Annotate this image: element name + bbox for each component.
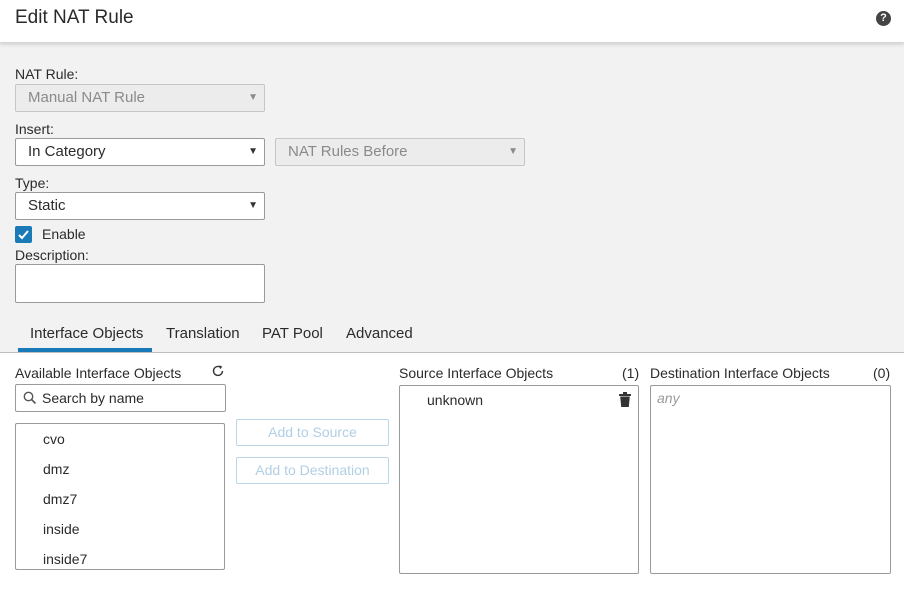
add-to-destination-button[interactable]: Add to Destination (236, 457, 389, 484)
enable-checkbox[interactable] (15, 226, 32, 243)
help-icon[interactable]: ? (876, 11, 891, 26)
tab-interface-objects[interactable]: Interface Objects (30, 325, 143, 342)
description-field[interactable] (15, 264, 265, 303)
tab-divider (0, 352, 904, 353)
insert-select[interactable]: In Category ▼ (15, 138, 265, 166)
refresh-icon[interactable] (211, 364, 225, 382)
destination-placeholder: any (657, 390, 680, 406)
nat-rule-value: Manual NAT Rule (28, 89, 145, 106)
search-icon (23, 391, 37, 405)
chevron-down-icon: ▼ (248, 200, 258, 211)
trash-icon[interactable] (619, 392, 631, 407)
dialog-title: Edit NAT Rule (15, 7, 134, 28)
insert-position-select: NAT Rules Before ▼ (275, 138, 525, 166)
list-item[interactable]: inside (43, 521, 80, 537)
destination-objects-title: Destination Interface Objects (650, 365, 830, 381)
checkmark-icon (18, 230, 29, 240)
type-label: Type: (15, 175, 50, 191)
insert-position-value: NAT Rules Before (288, 143, 408, 160)
chevron-down-icon: ▼ (508, 146, 518, 157)
source-objects-count: (1) (622, 365, 640, 381)
nat-rule-select: Manual NAT Rule ▼ (15, 84, 265, 112)
tab-advanced[interactable]: Advanced (346, 325, 413, 342)
insert-label: Insert: (15, 121, 54, 137)
nat-rule-label: NAT Rule: (15, 66, 79, 82)
chevron-down-icon: ▼ (248, 92, 258, 103)
chevron-down-icon: ▼ (248, 146, 258, 157)
source-objects-list: unknown (399, 385, 639, 574)
available-objects-list: cvo dmz dmz7 inside inside7 (15, 423, 225, 570)
add-to-source-button[interactable]: Add to Source (236, 419, 389, 446)
list-item[interactable]: cvo (43, 431, 65, 447)
list-item[interactable]: inside7 (43, 551, 87, 567)
dialog-header: Edit NAT Rule ? (0, 0, 904, 43)
enable-label: Enable (42, 226, 86, 242)
destination-objects-count: (0) (873, 365, 891, 381)
type-select[interactable]: Static ▼ (15, 192, 265, 220)
search-input[interactable] (42, 388, 222, 408)
available-objects-title: Available Interface Objects (15, 365, 182, 381)
tab-pat-pool[interactable]: PAT Pool (262, 325, 323, 342)
insert-value: In Category (28, 143, 106, 160)
list-item[interactable]: unknown (427, 392, 483, 408)
tab-translation[interactable]: Translation (166, 325, 240, 342)
destination-objects-list: any (650, 385, 891, 574)
list-item[interactable]: dmz7 (43, 491, 77, 507)
source-objects-title: Source Interface Objects (399, 365, 554, 381)
list-item[interactable]: dmz (43, 461, 69, 477)
search-box (15, 384, 226, 412)
type-value: Static (28, 197, 66, 214)
description-label: Description: (15, 247, 89, 263)
